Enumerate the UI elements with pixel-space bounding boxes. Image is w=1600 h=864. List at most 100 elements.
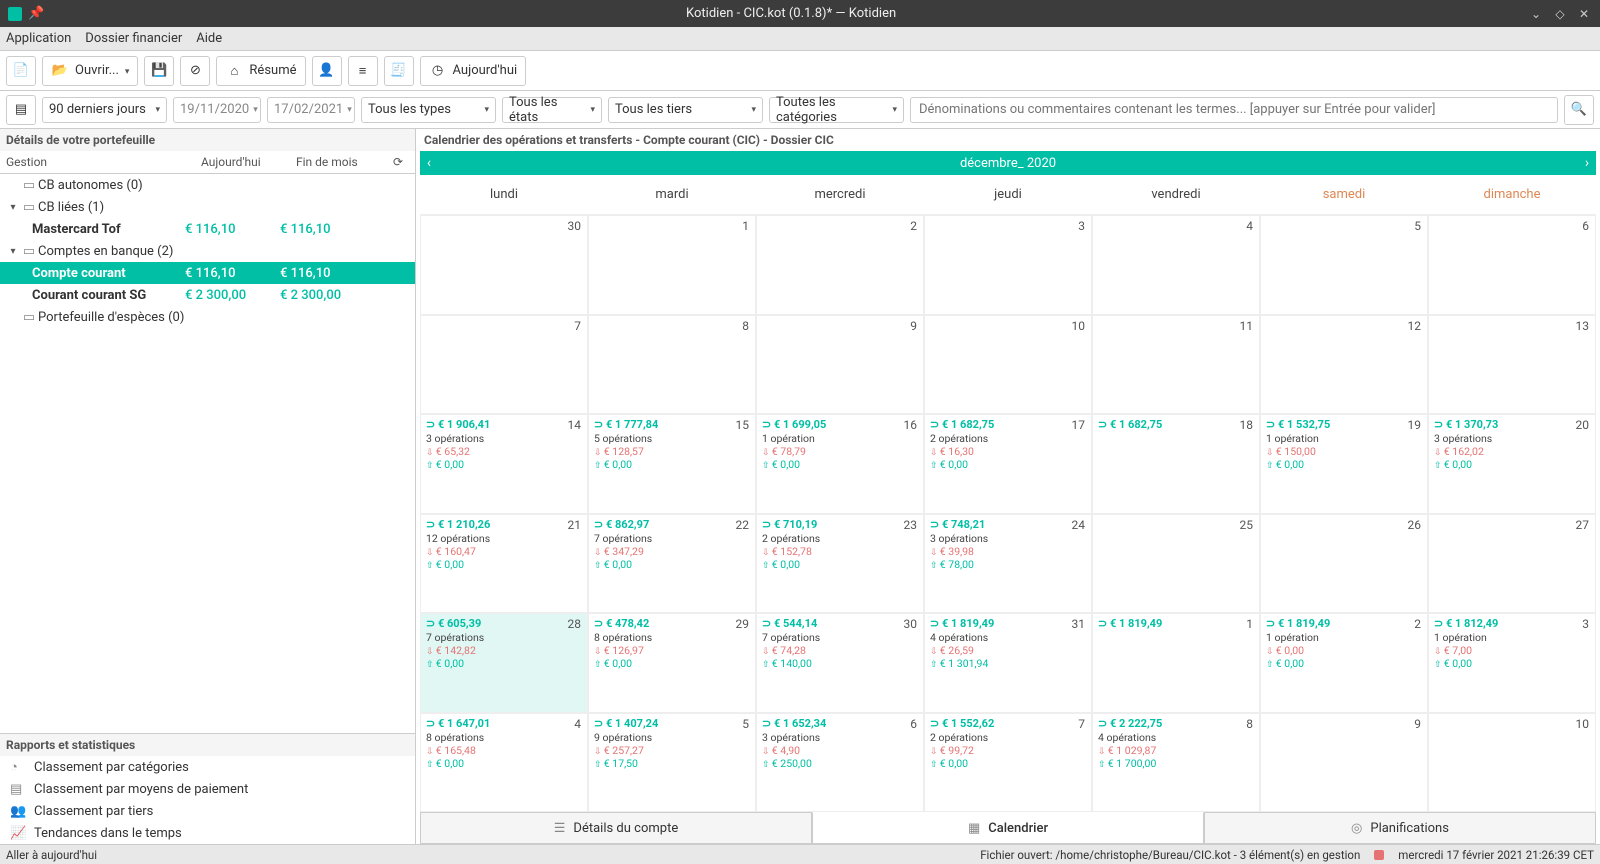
menu-aide[interactable]: Aide: [196, 31, 222, 46]
portfolio-row[interactable]: ▭Portefeuille d'espèces (0): [0, 306, 415, 328]
search-input[interactable]: [910, 97, 1558, 123]
portfolio-row[interactable]: ▾▭CB liées (1): [0, 196, 415, 218]
menu-dossier[interactable]: Dossier financier: [85, 31, 182, 46]
day-cell[interactable]: 1€ 1 819,49: [1092, 613, 1260, 713]
day-cell[interactable]: 2€ 1 819,491 opération€ 0,00€ 0,00: [1260, 613, 1428, 713]
save-button[interactable]: 💾: [144, 56, 174, 86]
new-file-button[interactable]: 📄: [6, 56, 36, 86]
day-cell[interactable]: 18€ 1 682,75: [1092, 414, 1260, 514]
day-cell[interactable]: 3€ 1 812,491 opération€ 7,00€ 0,00: [1428, 613, 1596, 713]
day-cell[interactable]: 25: [1092, 514, 1260, 614]
maximize-icon[interactable]: ◇: [1552, 6, 1568, 22]
portfolio-row[interactable]: Mastercard Tof€ 116,10€ 116,10: [0, 218, 415, 240]
day-cell[interactable]: 6€ 1 652,343 opérations€ 4,90€ 250,00: [756, 713, 924, 813]
report-item[interactable]: ◔Classement par catégories: [0, 756, 415, 778]
range-select[interactable]: 90 derniers jours: [42, 97, 167, 123]
pin-icon[interactable]: 📌: [28, 6, 44, 21]
today-button[interactable]: ◷Aujourd'hui: [420, 56, 527, 86]
day-cell[interactable]: 2: [756, 215, 924, 315]
close-icon[interactable]: ✕: [1576, 6, 1592, 22]
portfolio-row[interactable]: Compte courant€ 116,10€ 116,10: [0, 262, 415, 284]
day-cell[interactable]: 17€ 1 682,752 opérations€ 16,30€ 0,00: [924, 414, 1092, 514]
day-cell[interactable]: 7: [420, 315, 588, 415]
day-cell[interactable]: 29€ 478,428 opérations€ 126,97€ 0,00: [588, 613, 756, 713]
app-logo: [8, 7, 22, 21]
prev-month-button[interactable]: ‹: [420, 155, 438, 171]
day-cell[interactable]: 30€ 544,147 opérations€ 74,28€ 140,00: [756, 613, 924, 713]
search-button[interactable]: 🔍: [1564, 95, 1594, 125]
day-cell[interactable]: 4€ 1 647,018 opérations€ 165,48€ 0,00: [420, 713, 588, 813]
filters: ▤ 90 derniers jours 19/11/2020 17/02/202…: [0, 91, 1600, 129]
day-cell[interactable]: 9: [1260, 713, 1428, 813]
day-cell[interactable]: 15€ 1 777,845 opérations€ 128,57€ 0,00: [588, 414, 756, 514]
portfolio-headers: Gestion Aujourd'hui Fin de mois ⟳: [0, 151, 415, 174]
calendar-month: décembre_ 2020: [438, 156, 1578, 171]
portfolio-row[interactable]: Courant courant SG€ 2 300,00€ 2 300,00: [0, 284, 415, 306]
day-cell[interactable]: 1: [588, 215, 756, 315]
day-cell[interactable]: 9: [756, 315, 924, 415]
portfolio-row[interactable]: ▾▭Comptes en banque (2): [0, 240, 415, 262]
refresh-icon[interactable]: ⟳: [393, 155, 409, 169]
types-select[interactable]: Tous les types: [361, 97, 496, 123]
report-item[interactable]: ▤Classement par moyens de paiement: [0, 778, 415, 800]
day-cell[interactable]: 10: [924, 315, 1092, 415]
day-cell[interactable]: 30: [420, 215, 588, 315]
day-cell[interactable]: 7€ 1 552,622 opérations€ 99,72€ 0,00: [924, 713, 1092, 813]
menu-application[interactable]: Application: [6, 31, 71, 46]
categories-select[interactable]: Toutes les catégories: [769, 97, 904, 123]
day-cell[interactable]: 3: [924, 215, 1092, 315]
day-cell[interactable]: 31€ 1 819,494 opérations€ 26,59€ 1 301,9…: [924, 613, 1092, 713]
thirds-select[interactable]: Tous les tiers: [608, 97, 763, 123]
minimize-icon[interactable]: ⌄: [1528, 6, 1544, 22]
day-cell[interactable]: 8: [588, 315, 756, 415]
calendar-title: Calendrier des opérations et transferts …: [416, 129, 1600, 151]
day-cell[interactable]: 26: [1260, 514, 1428, 614]
status-file: Fichier ouvert: /home/christophe/Bureau/…: [980, 848, 1360, 862]
day-cell[interactable]: 28€ 605,397 opérations€ 142,82€ 0,00: [420, 613, 588, 713]
tab-planning[interactable]: ◎Planifications: [1204, 812, 1596, 844]
close-file-button[interactable]: ⊘: [180, 56, 210, 86]
tab-calendar[interactable]: ▦Calendrier: [812, 812, 1204, 844]
day-cell[interactable]: 10: [1428, 713, 1596, 813]
person-button[interactable]: 👤: [312, 56, 342, 86]
day-cell[interactable]: 12: [1260, 315, 1428, 415]
dayname: jeudi: [924, 175, 1092, 215]
day-cell[interactable]: 21€ 1 210,2612 opérations€ 160,47€ 0,00: [420, 514, 588, 614]
day-cell[interactable]: 22€ 862,977 opérations€ 347,29€ 0,00: [588, 514, 756, 614]
report-item[interactable]: 📈Tendances dans le temps: [0, 822, 415, 844]
day-cell[interactable]: 14€ 1 906,413 opérations€ 65,32€ 0,00: [420, 414, 588, 514]
day-cell[interactable]: 19€ 1 532,751 opération€ 150,00€ 0,00: [1260, 414, 1428, 514]
day-cell[interactable]: 20€ 1 370,733 opérations€ 162,02€ 0,00: [1428, 414, 1596, 514]
report-icon: ◔: [10, 759, 26, 775]
category-button[interactable]: ≡: [348, 56, 378, 86]
list-icon: ☰: [554, 821, 566, 836]
day-cell[interactable]: 4: [1092, 215, 1260, 315]
day-cell[interactable]: 5: [1260, 215, 1428, 315]
day-cell[interactable]: 13: [1428, 315, 1596, 415]
states-select[interactable]: Tous les états: [502, 97, 602, 123]
resume-button[interactable]: ⌂Résumé: [216, 56, 305, 86]
doc-icon: 🧾: [390, 62, 408, 80]
next-month-button[interactable]: ›: [1578, 155, 1596, 171]
day-cell[interactable]: 5€ 1 407,249 opérations€ 257,27€ 17,50: [588, 713, 756, 813]
tab-details[interactable]: ☰Détails du compte: [420, 812, 812, 844]
col-today: Aujourd'hui: [201, 155, 296, 169]
day-cell[interactable]: 27: [1428, 514, 1596, 614]
date-to-input[interactable]: 17/02/2021: [267, 97, 355, 123]
portfolio-row[interactable]: ▭CB autonomes (0): [0, 174, 415, 196]
day-cell[interactable]: 16€ 1 699,051 opération€ 78,79€ 0,00: [756, 414, 924, 514]
date-from-input[interactable]: 19/11/2020: [173, 97, 261, 123]
doc-button[interactable]: 🧾: [384, 56, 414, 86]
day-cell[interactable]: 11: [1092, 315, 1260, 415]
day-cell[interactable]: 8€ 2 222,754 opérations€ 1 029,87€ 1 700…: [1092, 713, 1260, 813]
day-cell[interactable]: 23€ 710,192 opérations€ 152,78€ 0,00: [756, 514, 924, 614]
day-cell[interactable]: 24€ 748,213 opérations€ 39,98€ 78,00: [924, 514, 1092, 614]
filter-icon: ▤: [12, 101, 30, 119]
status-left: Aller à aujourd'hui: [6, 848, 97, 862]
reports: Rapports et statistiques ◔Classement par…: [0, 733, 415, 844]
day-cell[interactable]: 6: [1428, 215, 1596, 315]
person-icon: 👤: [318, 62, 336, 80]
open-button[interactable]: 📂Ouvrir...: [42, 56, 138, 86]
report-item[interactable]: 👥Classement par tiers: [0, 800, 415, 822]
filter-toggle-button[interactable]: ▤: [6, 95, 36, 125]
